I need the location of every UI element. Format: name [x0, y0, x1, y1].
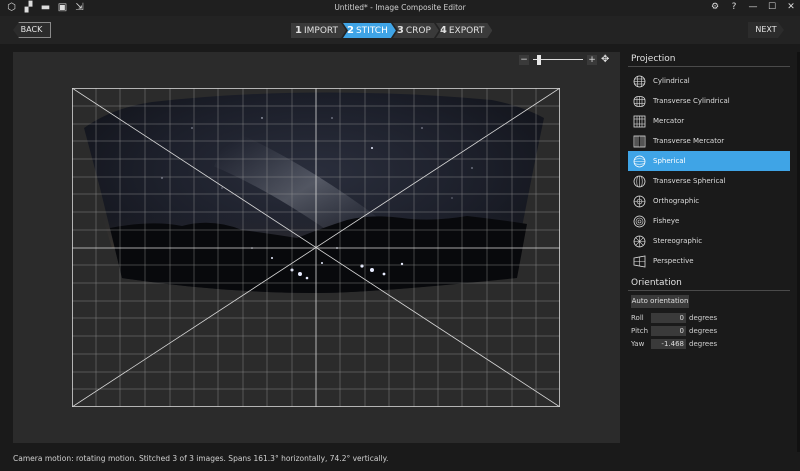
zoom-in-button[interactable]: +: [587, 55, 597, 65]
pitch-unit: degrees: [689, 326, 718, 335]
cylindrical-icon: [633, 75, 646, 87]
projection-orthographic[interactable]: Orthographic: [628, 191, 790, 211]
step-stitch[interactable]: 2 STITCH: [343, 23, 396, 38]
step-label: IMPORT: [303, 26, 338, 36]
pitch-row: Pitch 0 degrees: [628, 324, 790, 337]
close-icon[interactable]: ✕: [786, 2, 796, 13]
step-crop[interactable]: 3 CROP: [393, 23, 439, 38]
roll-unit: degrees: [689, 313, 718, 322]
projection-label: Transverse Mercator: [653, 137, 725, 145]
status-text: Camera motion: rotating motion. Stitched…: [13, 454, 389, 463]
projection-panel: Projection Cylindrical Transverse Cylind…: [628, 52, 790, 271]
step-number: 2: [347, 25, 354, 36]
projection-label: Stereographic: [653, 237, 703, 245]
step-label: STITCH: [355, 26, 388, 36]
zoom-out-button[interactable]: −: [519, 55, 529, 65]
roll-label: Roll: [631, 313, 644, 322]
panorama-image: [84, 92, 544, 294]
mercator-icon: [633, 115, 646, 127]
pitch-label: Pitch: [631, 326, 649, 335]
panorama-preview[interactable]: [72, 88, 560, 407]
projection-label: Fisheye: [653, 217, 680, 225]
yaw-row: Yaw -1.468 degrees: [628, 337, 790, 350]
title-bar: ⬡ ▞ ▬ ▣ ⇲ Untitled* - Image Composite Ed…: [0, 0, 800, 16]
projection-fisheye[interactable]: Fisheye: [628, 211, 790, 231]
step-number: 4: [439, 25, 447, 36]
projection-label: Perspective: [653, 257, 694, 265]
projection-transverse-mercator[interactable]: Transverse Mercator: [628, 131, 790, 151]
transverse-spherical-icon: [633, 175, 646, 187]
projection-label: Spherical: [653, 157, 686, 165]
window-controls: ⚙ ? — ☐ ✕: [710, 2, 796, 13]
projection-title: Projection: [631, 54, 676, 64]
roll-input[interactable]: 0: [651, 312, 686, 323]
projection-label: Transverse Spherical: [653, 177, 726, 185]
projection-label: Cylindrical: [653, 77, 690, 85]
perspective-icon: [633, 255, 646, 267]
back-button[interactable]: BACK: [13, 22, 51, 38]
workflow-bar: BACK 1 IMPORT 2 STITCH 3 CROP 4 EXPORT NEXT: [0, 16, 800, 44]
minimize-icon[interactable]: —: [748, 2, 758, 13]
yaw-label: Yaw: [631, 339, 645, 348]
zoom-controls: − + ✥: [519, 55, 611, 65]
yaw-input[interactable]: -1.468: [651, 338, 686, 349]
step-number: 1: [295, 25, 302, 36]
zoom-slider[interactable]: [533, 55, 583, 65]
next-button[interactable]: NEXT: [748, 22, 784, 38]
transverse-mercator-icon: [633, 135, 646, 147]
projection-spherical[interactable]: Spherical: [628, 151, 790, 171]
projection-transverse-cylindrical[interactable]: Transverse Cylindrical: [628, 91, 790, 111]
step-export[interactable]: 4 EXPORT: [436, 23, 492, 38]
window-title: Untitled* - Image Composite Editor: [334, 3, 466, 12]
roll-row: Roll 0 degrees: [628, 311, 790, 324]
pitch-input[interactable]: 0: [651, 325, 686, 336]
projection-stereographic[interactable]: Stereographic: [628, 231, 790, 251]
step-label: CROP: [405, 26, 431, 36]
projection-mercator[interactable]: Mercator: [628, 111, 790, 131]
projection-cylindrical[interactable]: Cylindrical: [628, 71, 790, 91]
stereographic-icon: [633, 235, 646, 247]
workflow-steps: 1 IMPORT 2 STITCH 3 CROP 4 EXPORT: [291, 23, 489, 38]
settings-icon[interactable]: ⚙: [710, 2, 720, 13]
zoom-slider-thumb[interactable]: [537, 55, 541, 65]
auto-orientation-button[interactable]: Auto orientation: [631, 295, 689, 308]
orthographic-icon: [633, 195, 646, 207]
step-number: 3: [396, 25, 404, 36]
step-label: EXPORT: [448, 26, 485, 36]
projection-label: Mercator: [653, 117, 685, 125]
spherical-icon: [633, 155, 646, 167]
divider: [628, 66, 790, 67]
orientation-title: Orientation: [631, 278, 682, 288]
projection-label: Orthographic: [653, 197, 700, 205]
yaw-unit: degrees: [689, 339, 718, 348]
help-icon[interactable]: ?: [729, 2, 739, 13]
projection-label: Transverse Cylindrical: [653, 97, 730, 105]
fisheye-icon: [633, 215, 646, 227]
fit-to-window-icon[interactable]: ✥: [601, 55, 611, 65]
projection-list: Cylindrical Transverse Cylindrical Merca…: [628, 71, 790, 271]
maximize-icon[interactable]: ☐: [767, 2, 777, 13]
orientation-panel: Orientation Auto orientation Roll 0 degr…: [628, 276, 790, 350]
step-import[interactable]: 1 IMPORT: [291, 23, 346, 38]
projection-transverse-spherical[interactable]: Transverse Spherical: [628, 171, 790, 191]
transverse-cylindrical-icon: [633, 95, 646, 107]
projection-perspective[interactable]: Perspective: [628, 251, 790, 271]
divider: [628, 290, 790, 291]
